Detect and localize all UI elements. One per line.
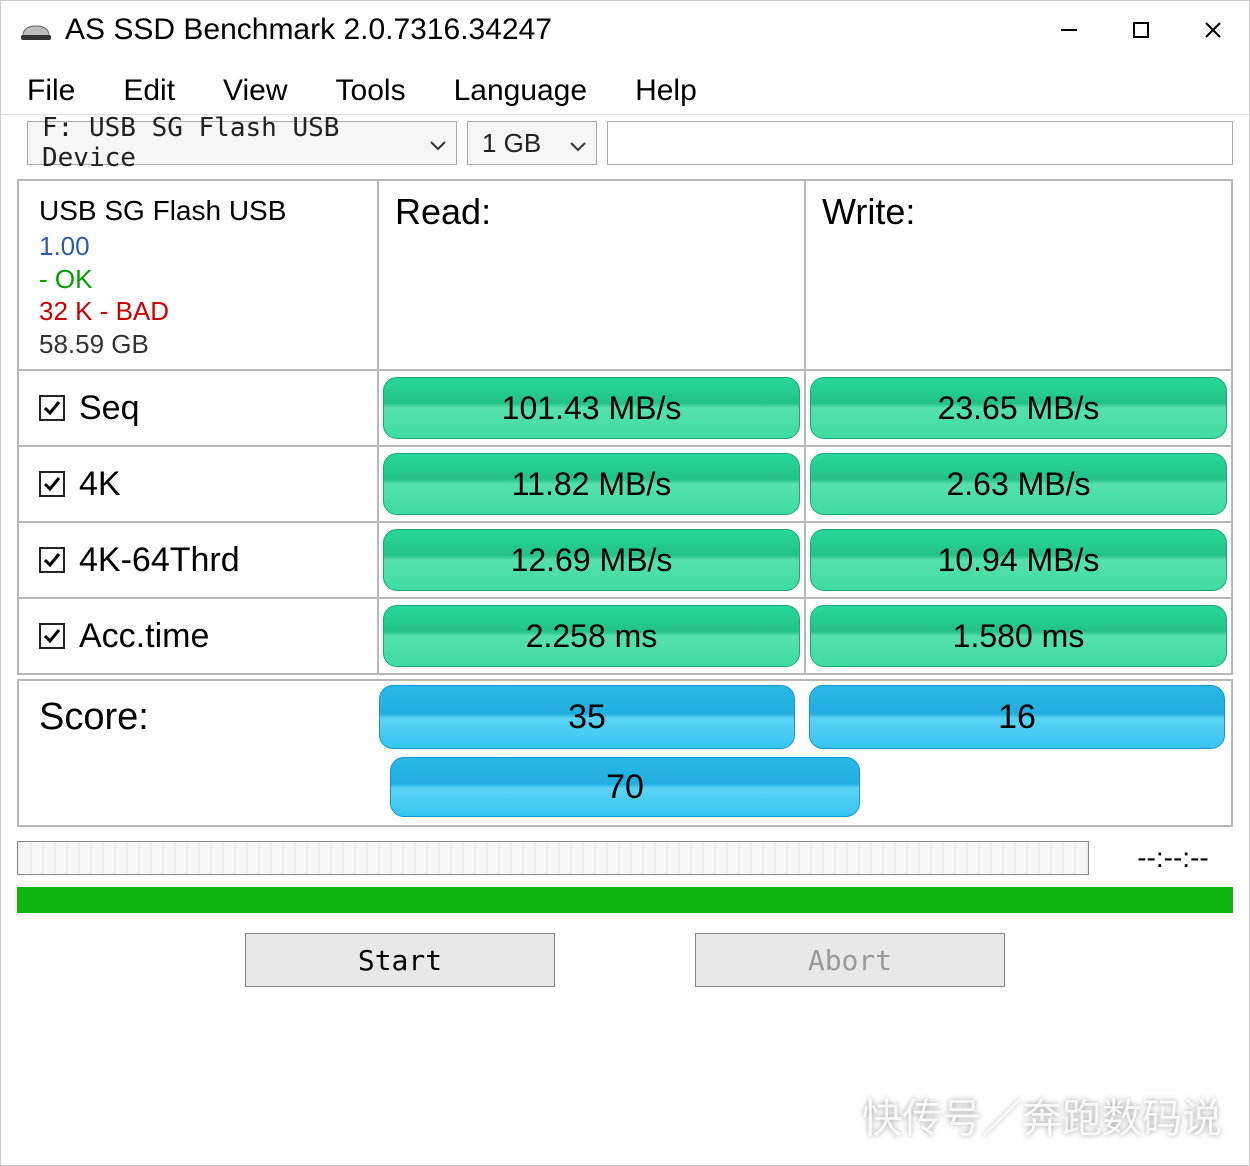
score-read: 35 [379,685,795,749]
label-4k64: 4K-64Thrd [79,541,240,580]
grid-header-row: USB SG Flash USB 1.00 - OK 32 K - BAD 58… [19,181,1231,371]
4k64-read-value: 12.69 MB/s [383,529,800,591]
device-capacity: 58.59 GB [39,328,149,361]
row-seq: Seq 101.43 MB/s 23.65 MB/s [19,371,1231,447]
menu-tools[interactable]: Tools [336,74,406,108]
menu-edit[interactable]: Edit [123,74,175,108]
seq-read-value: 101.43 MB/s [383,377,800,439]
header-write: Write: [806,181,1231,369]
search-input[interactable] [607,121,1233,165]
row-4k: 4K 11.82 MB/s 2.63 MB/s [19,447,1231,523]
label-acc: Acc.time [79,617,209,656]
menu-help[interactable]: Help [635,74,697,108]
device-status-ok: - OK [39,263,92,296]
header-read: Read: [379,181,806,369]
app-window: AS SSD Benchmark 2.0.7316.34247 File Edi… [0,0,1250,1166]
label-4k: 4K [79,465,121,504]
close-button[interactable] [1177,1,1249,59]
size-select[interactable]: 1 GB [467,121,597,165]
window-controls [1033,1,1249,59]
results-grid: USB SG Flash USB 1.00 - OK 32 K - BAD 58… [17,179,1233,675]
device-select[interactable]: F: USB SG Flash USB Device [27,121,457,165]
device-name: USB SG Flash USB [39,193,286,228]
device-version: 1.00 [39,230,90,263]
header-read-label: Read: [395,191,491,233]
menu-file[interactable]: File [27,74,75,108]
score-write: 16 [809,685,1225,749]
start-button[interactable]: Start [245,933,555,987]
score-total: 70 [390,757,860,817]
device-status-bad: 32 K - BAD [39,295,169,328]
device-select-value: F: USB SG Flash USB Device [42,113,446,173]
seq-write-value: 23.65 MB/s [810,377,1227,439]
progress-bar [17,841,1089,875]
checkbox-seq[interactable] [39,395,65,421]
4k64-write-value: 10.94 MB/s [810,529,1227,591]
label-seq: Seq [79,389,140,428]
acc-read-value: 2.258 ms [383,605,800,667]
toolbar: F: USB SG Flash USB Device 1 GB [1,115,1249,175]
4k-read-value: 11.82 MB/s [383,453,800,515]
completion-bar [17,887,1233,913]
4k-write-value: 2.63 MB/s [810,453,1227,515]
elapsed-timer: --:--:-- [1113,842,1233,874]
row-4k64: 4K-64Thrd 12.69 MB/s 10.94 MB/s [19,523,1231,599]
acc-write-value: 1.580 ms [810,605,1227,667]
button-row: Start Abort [17,933,1233,987]
score-panel: Score: 35 16 70 [17,679,1233,827]
progress-row: --:--:-- [17,841,1233,875]
checkbox-acc[interactable] [39,623,65,649]
checkbox-4k64[interactable] [39,547,65,573]
row-acc: Acc.time 2.258 ms 1.580 ms [19,599,1231,675]
window-title: AS SSD Benchmark 2.0.7316.34247 [65,13,1033,47]
menubar: File Edit View Tools Language Help [1,67,1249,115]
checkbox-4k[interactable] [39,471,65,497]
menu-language[interactable]: Language [454,74,587,108]
abort-button[interactable]: Abort [695,933,1005,987]
device-info-cell: USB SG Flash USB 1.00 - OK 32 K - BAD 58… [19,181,379,369]
chevron-down-icon [430,128,446,158]
score-label: Score: [39,696,379,739]
menu-view[interactable]: View [223,74,287,108]
chevron-down-icon [570,128,586,159]
titlebar: AS SSD Benchmark 2.0.7316.34247 [1,1,1249,59]
header-write-label: Write: [822,191,915,233]
size-select-value: 1 GB [482,128,541,159]
app-icon [19,18,53,42]
maximize-button[interactable] [1105,1,1177,59]
minimize-button[interactable] [1033,1,1105,59]
watermark: 快传号／奔跑数码说 [862,1086,1222,1144]
